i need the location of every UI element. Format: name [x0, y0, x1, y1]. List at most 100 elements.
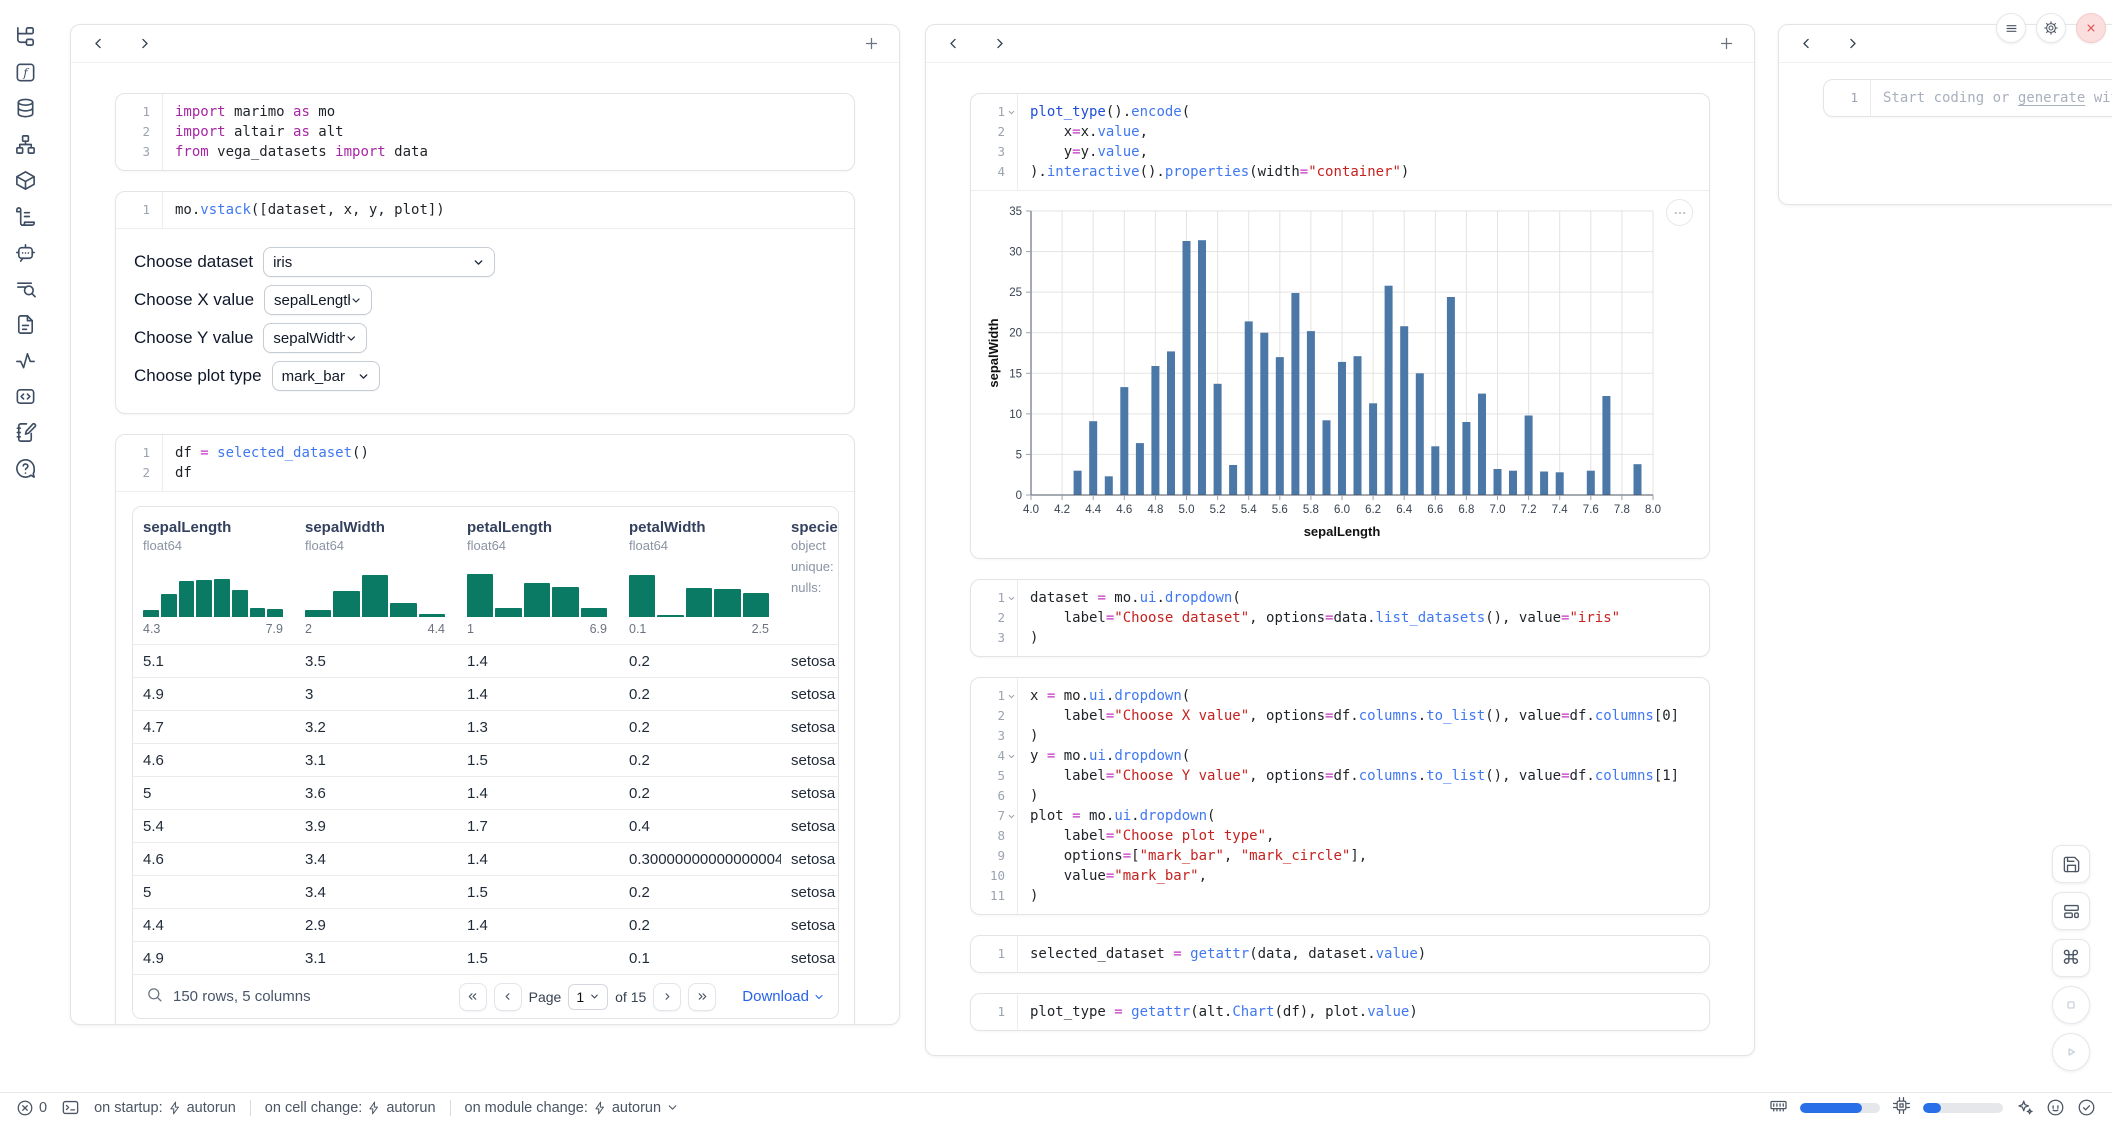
altair-bar-chart[interactable]: 4.04.24.44.64.85.05.25.45.65.86.06.26.46… — [985, 203, 1709, 548]
add-column-button[interactable] — [1716, 34, 1736, 54]
chart-actions-button[interactable] — [1666, 199, 1693, 226]
code-editor[interactable]: 1dataset = mo.ui.dropdown(2 label="Choos… — [971, 580, 1709, 656]
table-row[interactable]: 4.63.11.50.2setosa — [133, 743, 838, 776]
command-palette-button[interactable]: ⌘ — [2052, 939, 2090, 977]
dependency-graph-icon[interactable] — [11, 130, 39, 158]
snippets-icon[interactable] — [11, 382, 39, 410]
svg-text:5.4: 5.4 — [1241, 504, 1258, 516]
code-cell-xy-dropdowns[interactable]: 1x = mo.ui.dropdown(2 label="Choose X va… — [970, 677, 1710, 915]
scroll-right-button[interactable] — [990, 35, 1008, 53]
fold-chevron-icon[interactable] — [1006, 751, 1017, 762]
scroll-left-button[interactable] — [89, 35, 107, 53]
code-editor[interactable]: 1import marimo as mo2import altair as al… — [116, 94, 854, 170]
empty-code-cell[interactable]: 1Start coding or generate with — [1823, 79, 2112, 117]
logs-icon[interactable] — [11, 202, 39, 230]
ai-chat-icon[interactable] — [11, 238, 39, 266]
code-cell-dataset-dropdown[interactable]: 1dataset = mo.ui.dropdown(2 label="Choos… — [970, 579, 1710, 657]
dropdown-select[interactable]: sepalWidth — [263, 323, 367, 353]
notebook-menu-button[interactable] — [1996, 13, 2026, 43]
code-cell-imports[interactable]: 1import marimo as mo2import altair as al… — [115, 93, 855, 171]
dropdown-select[interactable]: iris — [263, 247, 495, 277]
error-count-indicator[interactable]: 0 — [16, 1099, 47, 1117]
scroll-left-button[interactable] — [1797, 35, 1815, 53]
dropdown-select[interactable]: sepalLength — [264, 285, 372, 315]
svg-text:8.0: 8.0 — [1645, 504, 1661, 516]
chevron-down-icon — [666, 1101, 679, 1114]
search-icon[interactable] — [146, 986, 163, 1008]
table-row[interactable]: 4.931.40.2setosa — [133, 677, 838, 710]
scroll-right-button[interactable] — [1843, 35, 1861, 53]
code-editor[interactable]: 1Start coding or generate with — [1824, 80, 2112, 116]
svg-text:20: 20 — [1009, 328, 1022, 340]
svg-text:f: f — [22, 65, 29, 79]
code-editor[interactable]: 1plot_type = getattr(alt.Chart(df), plot… — [971, 994, 1709, 1030]
code-editor[interactable]: 1mo.vstack([dataset, x, y, plot]) — [116, 192, 854, 228]
ai-assistant-button[interactable] — [2046, 1098, 2065, 1117]
fold-chevron-icon[interactable] — [1006, 107, 1017, 118]
datasources-icon[interactable] — [11, 94, 39, 122]
table-row[interactable]: 4.93.11.50.1setosa — [133, 941, 838, 974]
table-cell: 3.4 — [295, 851, 457, 868]
code-editor[interactable]: 1df = selected_dataset()2df — [116, 435, 854, 491]
table-row[interactable]: 4.63.41.40.30000000000000004setosa — [133, 842, 838, 875]
connection-status-button[interactable] — [2077, 1098, 2096, 1117]
column-header[interactable]: sepalLengthfloat644.37.9 — [133, 519, 295, 644]
code-cell-dataframe[interactable]: 1df = selected_dataset()2df sepalLengthf… — [115, 434, 855, 1025]
code-editor[interactable]: 1plot_type().encode(2 x=x.value,3 y=y.va… — [971, 94, 1709, 190]
functions-icon[interactable]: f — [11, 58, 39, 86]
column-header[interactable]: petalLengthfloat6416.9 — [457, 519, 619, 644]
run-button[interactable] — [2052, 1033, 2090, 1071]
last-page-button[interactable] — [688, 983, 716, 1011]
shutdown-close-button[interactable] — [2076, 13, 2106, 43]
packages-icon[interactable] — [11, 166, 39, 194]
table-row[interactable]: 5.43.91.70.4setosa — [133, 809, 838, 842]
file-explorer-icon[interactable] — [11, 22, 39, 50]
code-cell-plot-type[interactable]: 1plot_type = getattr(alt.Chart(df), plot… — [970, 993, 1710, 1031]
on-cell-change-config[interactable]: on cell change: autorun — [265, 1100, 436, 1116]
settings-gear-button[interactable] — [2036, 13, 2066, 43]
ai-sparkles-button[interactable] — [2015, 1098, 2034, 1117]
add-column-button[interactable] — [861, 34, 881, 54]
tracing-icon[interactable] — [11, 346, 39, 374]
scratchpad-icon[interactable] — [11, 418, 39, 446]
help-icon[interactable] — [11, 454, 39, 482]
code-editor[interactable]: 1selected_dataset = getattr(data, datase… — [971, 936, 1709, 972]
code-cell-selected-dataset[interactable]: 1selected_dataset = getattr(data, datase… — [970, 935, 1710, 973]
stop-button[interactable] — [2052, 986, 2090, 1024]
fold-chevron-icon[interactable] — [1006, 593, 1017, 604]
table-row[interactable]: 5.13.51.40.2setosa — [133, 644, 838, 677]
dropdown-select[interactable]: mark_bar — [272, 361, 380, 391]
terminal-button[interactable] — [61, 1098, 80, 1117]
column-header[interactable]: petalWidthfloat640.12.5 — [619, 519, 781, 644]
table-header: sepalLengthfloat644.37.9sepalWidthfloat6… — [133, 507, 838, 644]
find-icon[interactable] — [11, 274, 39, 302]
on-module-change-config[interactable]: on module change: autorun — [465, 1100, 680, 1116]
table-cell: 3.4 — [295, 884, 457, 901]
table-row[interactable]: 53.61.40.2setosa — [133, 776, 838, 809]
save-button[interactable] — [2052, 845, 2090, 883]
first-page-button[interactable] — [459, 983, 487, 1011]
page-select[interactable]: 1 — [568, 984, 608, 1010]
code-editor[interactable]: 1x = mo.ui.dropdown(2 label="Choose X va… — [971, 678, 1709, 914]
on-startup-config[interactable]: on startup: autorun — [94, 1100, 236, 1116]
table-row[interactable]: 53.41.50.2setosa — [133, 875, 838, 908]
scroll-right-button[interactable] — [135, 35, 153, 53]
table-row[interactable]: 4.73.21.30.2setosa — [133, 710, 838, 743]
vstack-output: Choose datasetirisChoose X valuesepalLen… — [116, 228, 854, 413]
prev-page-button[interactable] — [494, 983, 522, 1011]
documentation-icon[interactable] — [11, 310, 39, 338]
column-header[interactable]: sepalWidthfloat6424.4 — [295, 519, 457, 644]
layout-toggle-button[interactable] — [2052, 892, 2090, 930]
table-row[interactable]: 4.42.91.40.2setosa — [133, 908, 838, 941]
table-cell: 0.4 — [619, 818, 781, 835]
code-cell-vstack[interactable]: 1mo.vstack([dataset, x, y, plot]) Choose… — [115, 191, 855, 414]
code-line: 4).interactive().properties(width="conta… — [971, 162, 1709, 182]
download-button[interactable]: Download — [742, 988, 825, 1005]
next-page-button[interactable] — [653, 983, 681, 1011]
fold-chevron-icon[interactable] — [1006, 811, 1017, 822]
scroll-left-button[interactable] — [944, 35, 962, 53]
column-header[interactable]: speciesobjectunique:nulls: — [781, 519, 838, 644]
code-cell-plot-encode[interactable]: 1plot_type().encode(2 x=x.value,3 y=y.va… — [970, 93, 1710, 559]
code-line: 3) — [971, 628, 1709, 648]
fold-chevron-icon[interactable] — [1006, 691, 1017, 702]
